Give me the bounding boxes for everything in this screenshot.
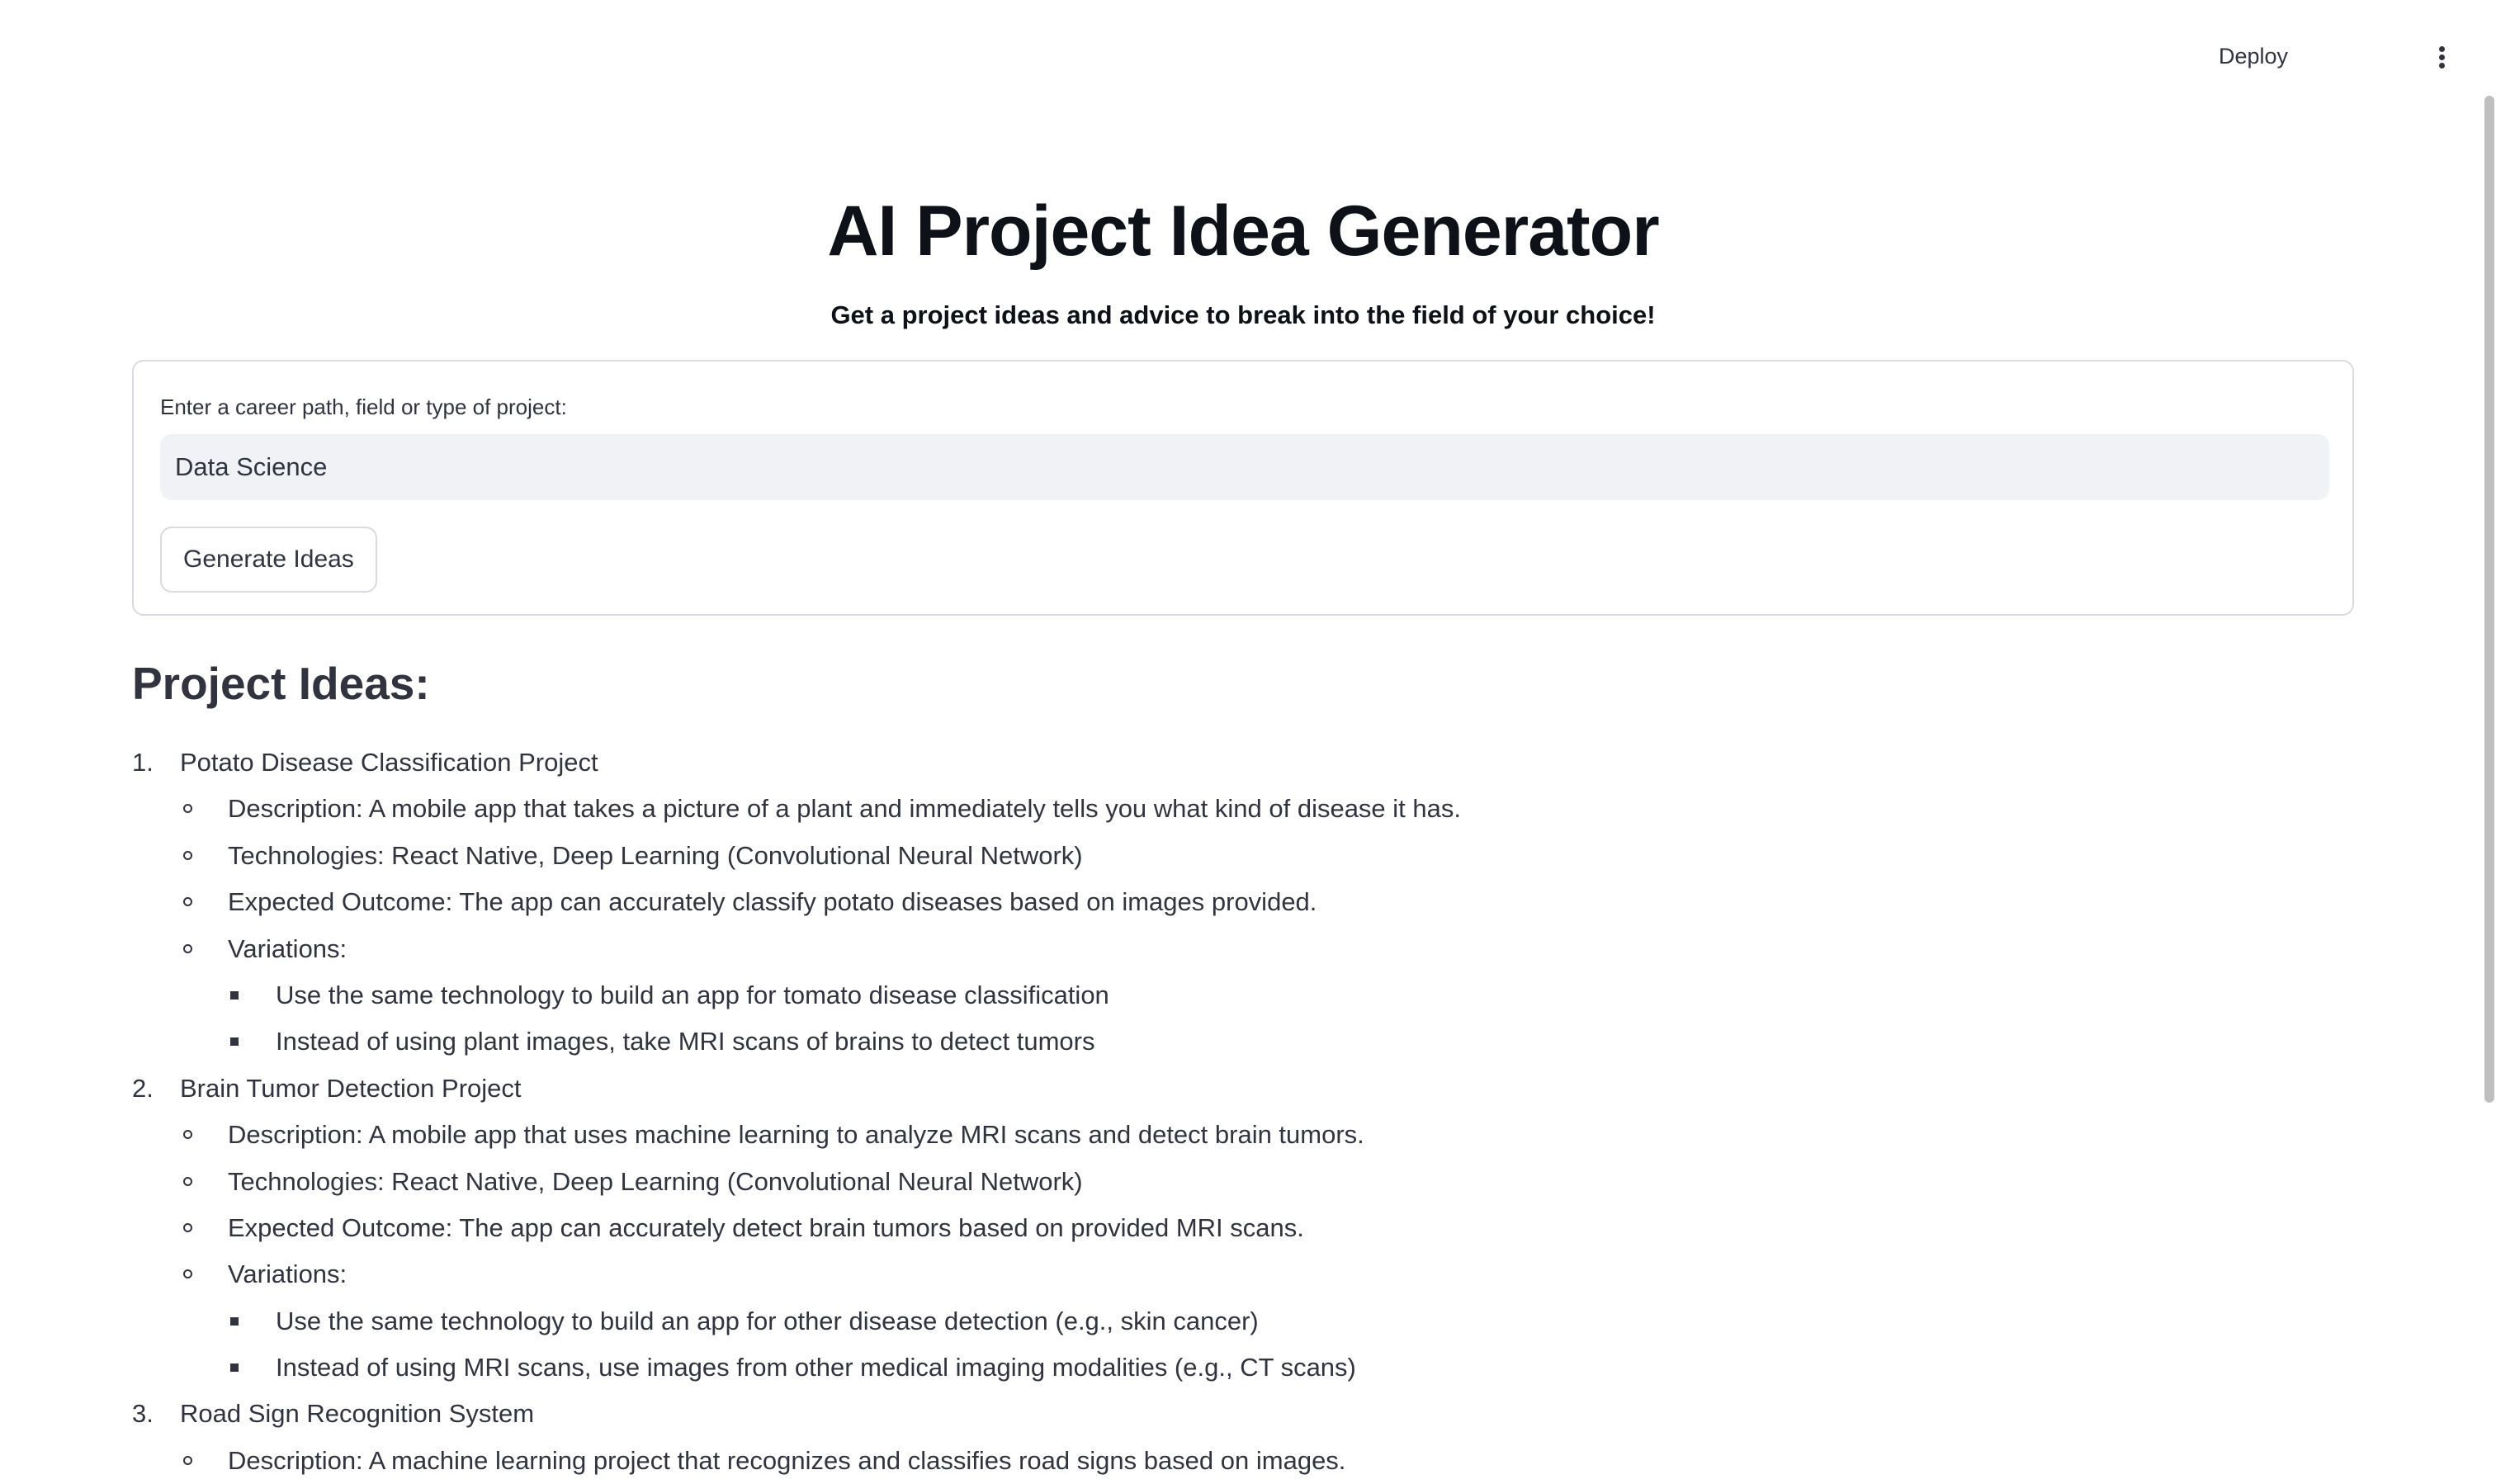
circle-bullet-icon [183, 1176, 192, 1186]
page-title: AI Project Idea Generator [827, 191, 1659, 271]
detail-text: Technologies: React Native, Deep Learnin… [228, 840, 1083, 870]
detail-text: Expected Outcome: The app can accurately… [228, 1212, 1304, 1242]
idea-form: Enter a career path, field or type of pr… [132, 360, 2354, 616]
idea-number: 1. [132, 748, 154, 777]
more-options-icon[interactable] [2425, 36, 2458, 76]
scrollbar[interactable] [2483, 96, 2496, 1479]
idea-number: 2. [132, 1073, 154, 1103]
detail-text: Variations: [228, 1260, 347, 1289]
app-header: Deploy [0, 0, 2496, 112]
circle-bullet-icon [183, 850, 192, 860]
variation-text: Instead of using MRI scans, use images f… [276, 1353, 1356, 1382]
scrollbar-thumb[interactable] [2484, 96, 2494, 1103]
variation-text: Instead of using plant images, take MRI … [276, 1027, 1095, 1056]
idea-title: Potato Disease Classification Project [180, 748, 598, 777]
generate-ideas-button[interactable]: Generate Ideas [160, 527, 377, 593]
menu-dot [2439, 46, 2445, 52]
detail-text: Description: A mobile app that takes a p… [228, 794, 1461, 824]
variation-text: Use the same technology to build an app … [276, 1306, 1259, 1335]
circle-bullet-icon [183, 943, 192, 953]
circle-bullet-icon [183, 1455, 192, 1465]
idea-title: Road Sign Recognition System [180, 1399, 535, 1429]
circle-bullet-icon [183, 1222, 192, 1232]
detail-text: Description: A mobile app that uses mach… [228, 1120, 1364, 1150]
deploy-button[interactable]: Deploy [2201, 35, 2306, 78]
detail-text: Description: A machine learning project … [228, 1445, 1346, 1475]
square-bullet-icon [230, 1363, 239, 1373]
idea-number: 3. [132, 1399, 154, 1429]
detail-text: Technologies: React Native, Deep Learnin… [228, 1166, 1083, 1196]
circle-bullet-icon [183, 1269, 192, 1279]
square-bullet-icon [230, 1316, 239, 1326]
career-input[interactable] [160, 434, 2329, 500]
project-ideas-heading: Project Ideas: [132, 658, 430, 709]
circle-bullet-icon [183, 897, 192, 907]
menu-dot [2439, 63, 2445, 69]
circle-bullet-icon [183, 1130, 192, 1140]
career-input-label: Enter a career path, field or type of pr… [160, 395, 567, 419]
square-bullet-icon [230, 990, 239, 1000]
page-subtitle: Get a project ideas and advice to break … [830, 300, 1656, 329]
detail-text: Expected Outcome: The app can accurately… [228, 887, 1317, 917]
detail-text: Variations: [228, 933, 347, 963]
square-bullet-icon [230, 1037, 239, 1047]
circle-bullet-icon [183, 804, 192, 814]
variation-text: Use the same technology to build an app … [276, 980, 1109, 1009]
menu-dot [2439, 54, 2445, 60]
idea-title: Brain Tumor Detection Project [180, 1073, 522, 1103]
